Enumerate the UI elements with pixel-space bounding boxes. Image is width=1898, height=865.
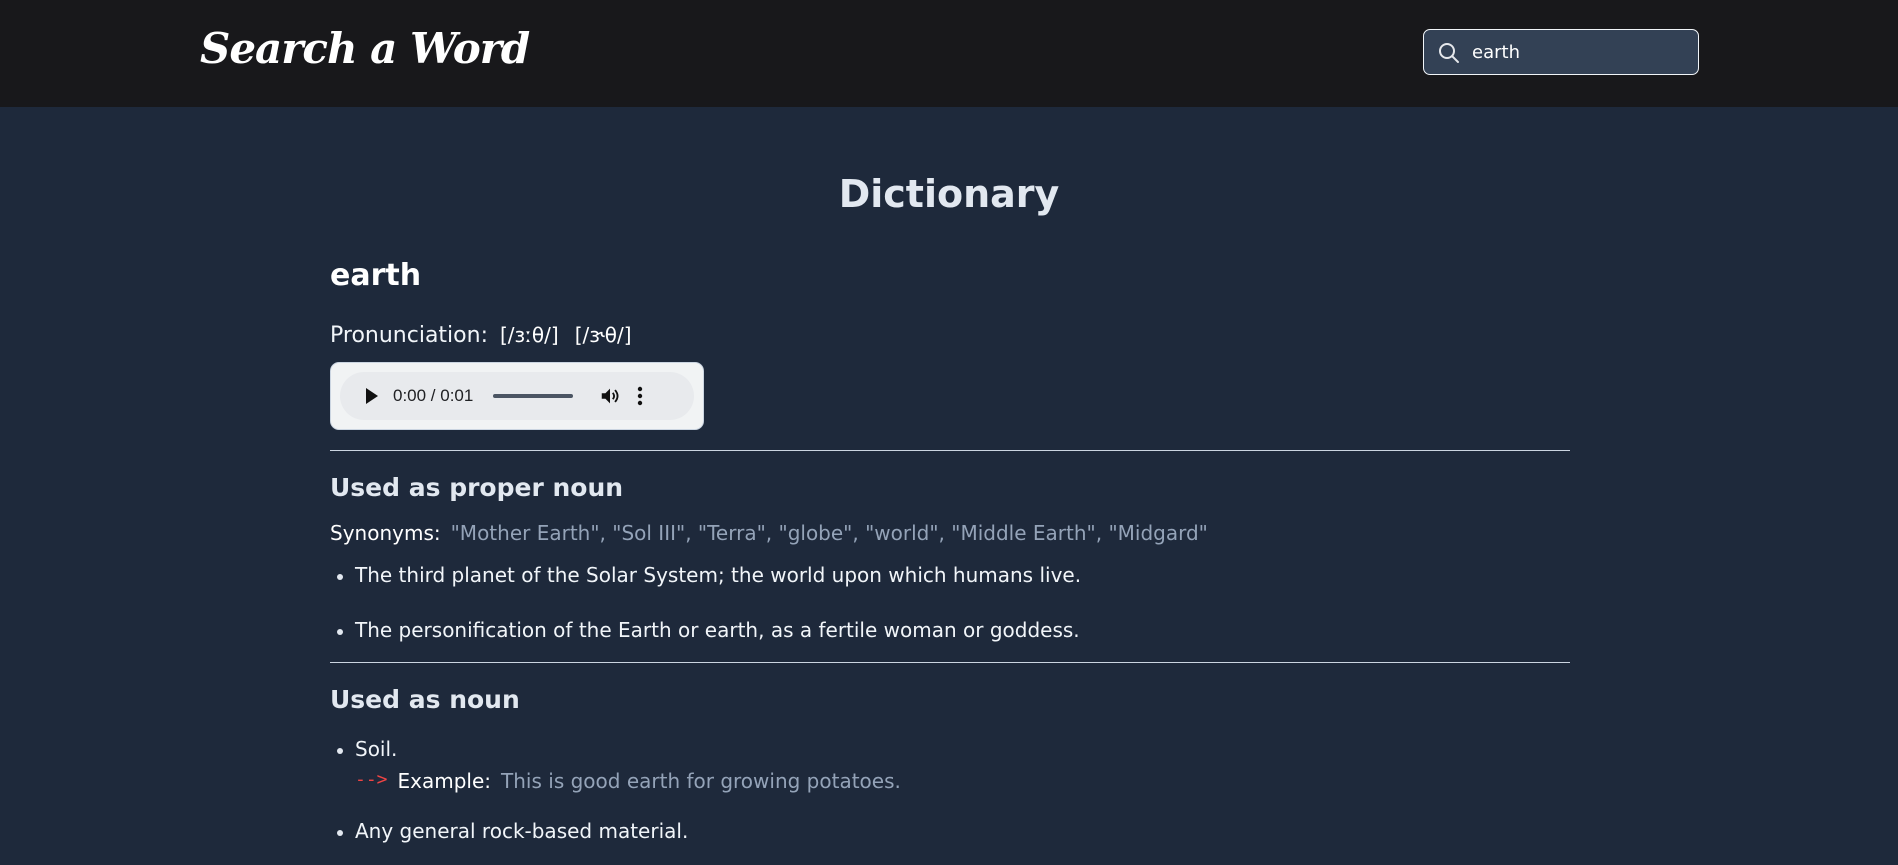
synonyms-row: Synonyms: "Mother Earth", "Sol III", "Te…	[330, 521, 1570, 549]
search-box[interactable]	[1423, 29, 1699, 75]
definition-text: Soil.	[355, 737, 398, 761]
page-title: Dictionary	[838, 172, 1060, 216]
more-options-icon[interactable]	[637, 386, 643, 406]
search-input[interactable]	[1472, 38, 1682, 66]
definition-item: The personification of the Earth or eart…	[330, 618, 1570, 646]
example-label: Example:	[397, 769, 492, 793]
play-icon[interactable]	[366, 388, 378, 404]
example-arrow: -->	[355, 769, 388, 790]
phonetic-text: [/ɜːθ/]	[499, 323, 559, 347]
pronunciation-label: Pronunciation:	[330, 322, 488, 348]
entry-word: earth	[330, 258, 422, 293]
example-text: This is good earth for growing potatoes.	[501, 769, 901, 793]
definition-list: Soil. --> Example: This is good earth fo…	[330, 737, 1570, 843]
phonetic-text: [/ɝθ/]	[574, 323, 632, 347]
volume-icon[interactable]	[599, 385, 621, 407]
synonyms-label: Synonyms:	[330, 521, 441, 545]
synonyms-list: "Mother Earth", "Sol III", "Terra", "glo…	[450, 521, 1208, 545]
top-navigation-bar: Search a Word	[0, 0, 1898, 107]
definition-list: The third planet of the Solar System; th…	[330, 563, 1570, 646]
definition-item: Any general rock-based material.	[330, 819, 1570, 843]
section-divider	[330, 662, 1570, 663]
dictionary-entry: earth Pronunciation: [/ɜːθ/] [/ɝθ/] 0:00…	[330, 258, 1570, 843]
meaning-heading: Used as proper noun	[330, 473, 624, 502]
definition-item: Soil. --> Example: This is good earth fo…	[330, 737, 1570, 793]
brand-logo-text[interactable]: Search a Word	[200, 24, 530, 73]
audio-player: 0:00 / 0:01	[330, 362, 704, 430]
definition-item: The third planet of the Solar System; th…	[330, 563, 1570, 591]
search-icon	[1439, 43, 1459, 63]
pronunciation-row: Pronunciation: [/ɜːθ/] [/ɝθ/]	[330, 318, 1570, 352]
audio-controls: 0:00 / 0:01	[340, 372, 694, 420]
audio-progress-slider[interactable]	[493, 394, 574, 398]
audio-time: 0:00 / 0:01	[393, 386, 474, 405]
meaning-heading: Used as noun	[330, 685, 520, 714]
section-divider	[330, 450, 1570, 451]
example-row: --> Example: This is good earth for grow…	[355, 769, 1570, 793]
